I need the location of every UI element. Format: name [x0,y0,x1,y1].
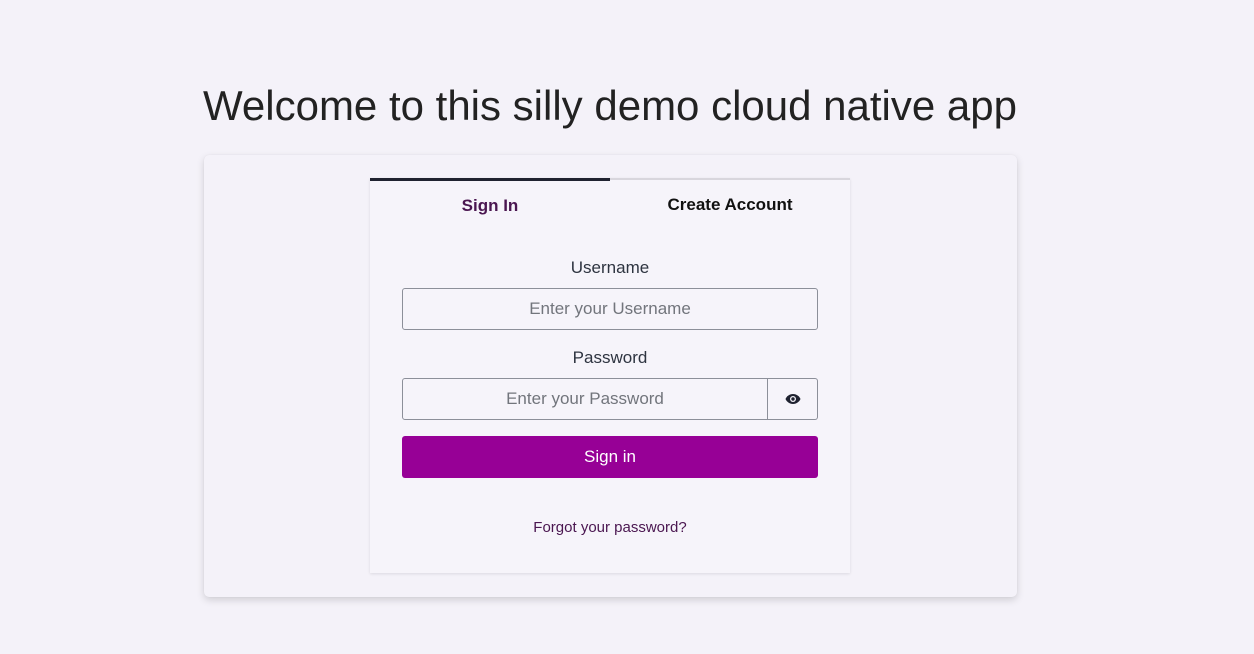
auth-tabs: Sign In Create Account [370,178,850,230]
eye-icon [785,393,801,405]
username-input[interactable] [402,288,818,330]
sign-in-form: Username Password Sign in Forgot your [370,258,850,536]
sign-in-button[interactable]: Sign in [402,436,818,478]
page-title: Welcome to this silly demo cloud native … [203,82,1017,129]
password-field-group [402,378,818,420]
authenticator-card: Sign In Create Account Username Password [370,178,850,573]
page: Welcome to this silly demo cloud native … [0,0,1254,654]
username-label: Username [570,258,650,277]
password-label: Password [572,348,648,367]
tab-create-account[interactable]: Create Account [610,178,850,230]
password-input[interactable] [402,378,768,420]
show-password-button[interactable] [768,378,818,420]
forgot-password-link[interactable]: Forgot your password? [402,519,818,536]
tab-sign-in[interactable]: Sign In [370,178,610,230]
